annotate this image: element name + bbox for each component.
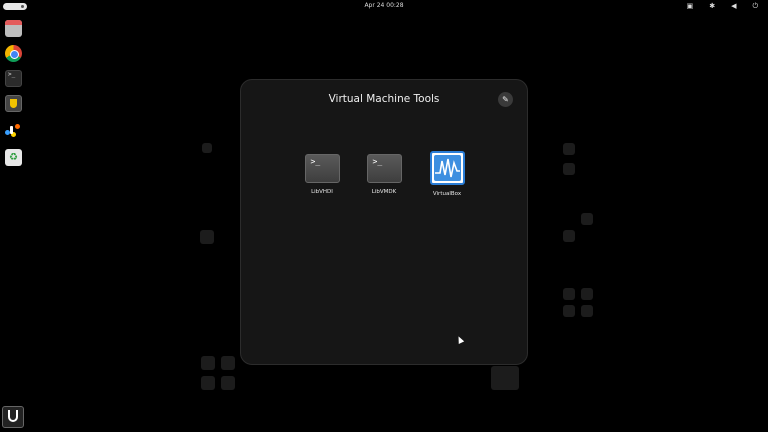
app-virtualbox[interactable]: VirtualBox: [417, 151, 477, 197]
dim-app-icon: [581, 288, 593, 300]
trash-icon[interactable]: ♻: [5, 149, 22, 166]
terminal-icon: >_: [366, 154, 402, 183]
files-icon[interactable]: [5, 20, 22, 37]
bitwarden-icon[interactable]: [2, 406, 24, 428]
chrome-icon[interactable]: [5, 45, 22, 62]
dim-app-icon: [221, 356, 235, 370]
dim-app-icon: [201, 376, 215, 390]
app-label: LibVMDK: [371, 189, 397, 195]
dock: >_ ♻: [0, 12, 28, 432]
app-label: VirtualBox: [432, 191, 462, 197]
security-icon[interactable]: [5, 95, 22, 112]
dim-app-icon: [491, 366, 519, 390]
app-label: LibVHDI: [311, 189, 333, 195]
terminal-icon[interactable]: >_: [5, 70, 22, 87]
dim-app-icon: [202, 143, 212, 153]
folder-title[interactable]: Virtual Machine Tools: [241, 93, 527, 105]
dim-app-icon: [563, 305, 575, 317]
dim-app-icon: [563, 230, 575, 242]
dim-app-icon: [200, 230, 214, 244]
dim-app-icon: [563, 143, 575, 155]
app-folder-dialog: Virtual Machine Tools ✎ >_ LibVHDI >_ Li…: [240, 79, 528, 365]
dim-app-icon: [563, 288, 575, 300]
pencil-icon[interactable]: ✎: [498, 92, 513, 107]
app-libvhdi[interactable]: >_ LibVHDI: [292, 154, 352, 195]
app-libvmdk[interactable]: >_ LibVMDK: [354, 154, 414, 195]
dim-app-icon: [563, 163, 575, 175]
virtualbox-icon: [429, 151, 465, 185]
dim-app-icon: [201, 356, 215, 370]
dim-app-icon: [581, 213, 593, 225]
dim-app-icon: [221, 376, 235, 390]
terminal-icon: >_: [304, 154, 340, 183]
dim-app-icon: [581, 305, 593, 317]
paint-icon[interactable]: [5, 122, 22, 139]
